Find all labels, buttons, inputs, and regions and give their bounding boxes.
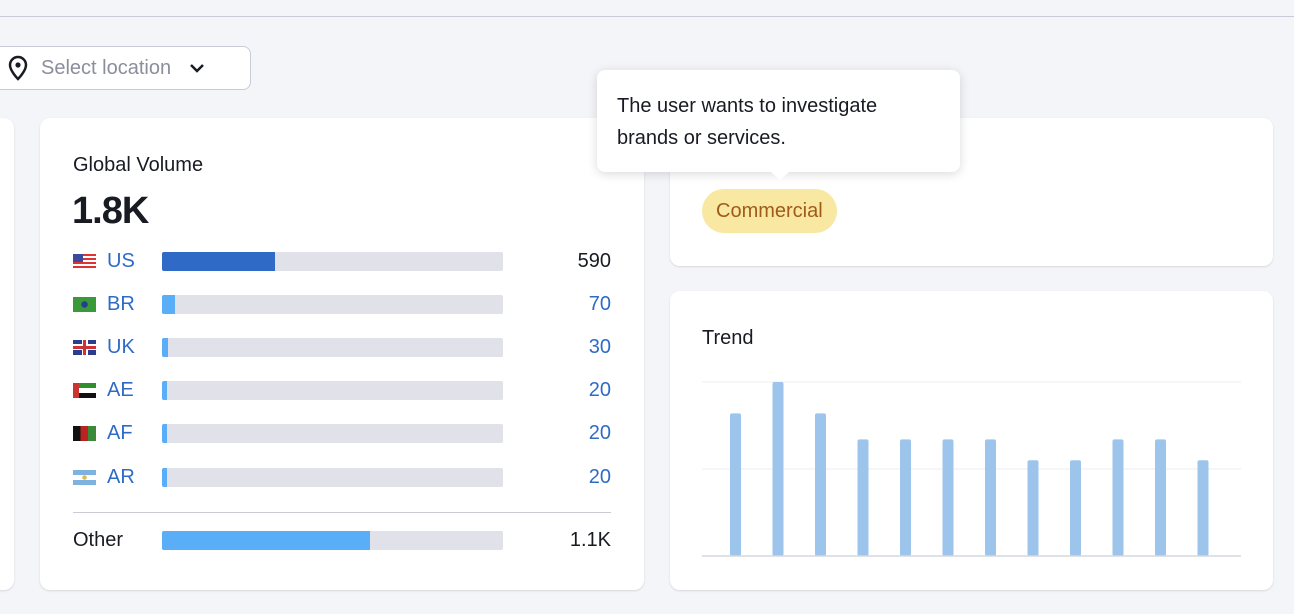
trend-title: Trend	[702, 327, 754, 349]
volume-bar-track	[162, 251, 503, 271]
trend-bar	[730, 413, 741, 556]
trend-bar	[857, 439, 869, 556]
country-row-ar: AR 20	[73, 465, 611, 489]
trend-bar	[900, 439, 911, 556]
header-divider	[0, 16, 1294, 17]
previous-card	[0, 118, 14, 590]
volume-bar-track	[162, 423, 503, 443]
trend-bar	[1197, 460, 1209, 556]
intent-tooltip: The user wants to investigate brands or …	[597, 70, 960, 180]
other-divider	[73, 512, 611, 513]
flag-af-icon	[73, 425, 96, 441]
volume-bar-track	[162, 530, 503, 550]
country-code-link[interactable]: US	[107, 250, 162, 273]
trend-bar	[1155, 439, 1166, 556]
country-volume-value: 590	[577, 249, 611, 272]
global-volume-card: Global Volume 1.8K US 590 BR 70 UK 30 AE…	[40, 118, 644, 590]
volume-bar-fill	[162, 251, 275, 271]
global-volume-total: 1.8K	[72, 190, 149, 232]
country-volume-value[interactable]: 70	[589, 293, 611, 316]
country-code-link[interactable]: AF	[107, 422, 162, 445]
country-volume-value[interactable]: 20	[589, 422, 611, 445]
country-code-link[interactable]: BR	[107, 293, 162, 316]
volume-bar-track	[162, 467, 503, 487]
tooltip-arrow	[771, 172, 789, 180]
volume-bar-fill	[162, 294, 176, 314]
flag-ae-icon	[73, 382, 96, 398]
volume-bar-track	[162, 294, 503, 314]
trend-bar	[985, 439, 996, 556]
trend-bar	[1112, 439, 1124, 556]
volume-bar-fill	[162, 423, 168, 443]
other-label: Other	[73, 528, 124, 551]
country-row-uk: UK 30	[73, 335, 611, 359]
country-volume-value[interactable]: 20	[589, 466, 611, 489]
country-row-af: AF 20	[73, 421, 611, 445]
global-volume-title: Global Volume	[73, 154, 204, 176]
location-select[interactable]: Select location	[0, 46, 251, 90]
intent-badge[interactable]: Commercial	[702, 189, 837, 233]
country-code-link[interactable]: AR	[107, 466, 162, 489]
trend-bar	[1070, 460, 1081, 556]
location-placeholder: Select location	[41, 56, 172, 79]
tooltip-text: The user wants to investigate brands or …	[617, 95, 878, 149]
flag-us-icon	[73, 253, 96, 269]
trend-bar	[942, 439, 954, 556]
trend-bar	[772, 382, 784, 556]
trend-bar	[815, 413, 826, 556]
volume-bar-fill	[162, 530, 370, 550]
country-code-link[interactable]: AE	[107, 379, 162, 402]
trend-card: Trend	[670, 291, 1273, 590]
trend-bar	[1027, 460, 1039, 556]
flag-ar-icon	[73, 469, 96, 485]
volume-bar-fill	[162, 467, 168, 487]
country-row-other: Other 1.1K	[73, 528, 611, 552]
volume-bar-fill	[162, 337, 168, 357]
chevron-down-icon	[189, 63, 205, 73]
other-value: 1.1K	[569, 528, 611, 551]
volume-bar-fill	[162, 380, 168, 400]
trend-chart	[702, 381, 1241, 557]
map-pin-icon	[7, 55, 29, 81]
country-code-link[interactable]: UK	[107, 336, 162, 359]
country-volume-value[interactable]: 30	[589, 336, 611, 359]
country-row-ae: AE 20	[73, 378, 611, 402]
volume-bar-track	[162, 337, 503, 357]
country-row-br: BR 70	[73, 292, 611, 316]
flag-uk-icon	[73, 339, 96, 355]
country-row-us: US 590	[73, 249, 611, 273]
country-volume-value[interactable]: 20	[589, 379, 611, 402]
volume-bar-track	[162, 380, 503, 400]
flag-br-icon	[73, 296, 96, 312]
